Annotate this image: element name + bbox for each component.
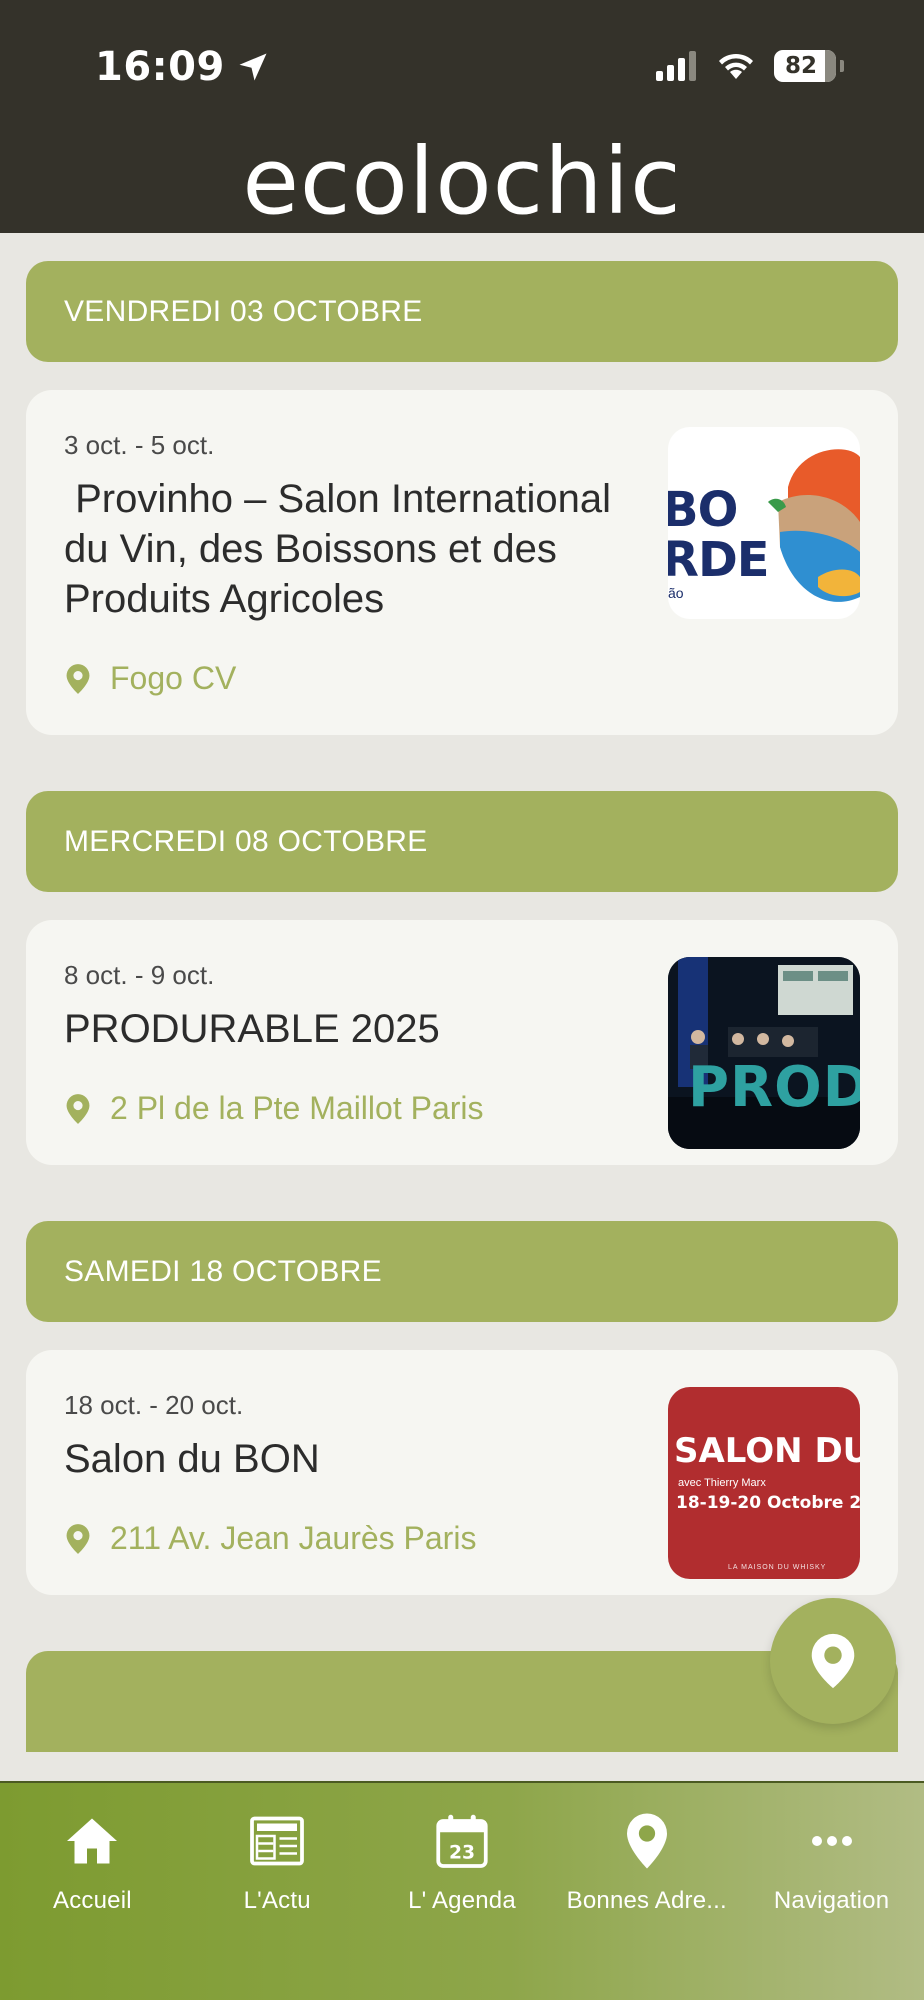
battery-level: 82	[784, 53, 817, 79]
thumb-subtitle: avec Thierry Marx	[678, 1477, 766, 1489]
status-bar-time: 16:09	[95, 44, 271, 90]
thumb-prod-text: PROD	[688, 1055, 860, 1120]
battery-indicator: 82	[774, 50, 836, 82]
bottom-navigation: Accueil L'Actu 23 L' Agenda Bonnes Adre.…	[0, 1781, 924, 2000]
event-thumbnail[interactable]: BO RDE ão	[668, 427, 860, 619]
event-card-salon-du-bon[interactable]: 18 oct. - 20 oct. Salon du BON 211 Av. J…	[26, 1350, 898, 1595]
calendar-icon: 23	[436, 1814, 488, 1868]
day-header-partial	[26, 1651, 898, 1752]
event-title: Salon du BON	[64, 1437, 320, 1481]
nav-item-agenda[interactable]: 23 L' Agenda	[370, 1783, 555, 1923]
thumb-footer: LA MAISON DU WHISKY	[728, 1564, 827, 1571]
event-thumbnail[interactable]: PROD	[668, 957, 860, 1149]
event-location: Fogo CV	[64, 660, 638, 697]
conference-photo	[668, 957, 860, 1149]
event-location-text: Fogo CV	[110, 660, 237, 696]
event-location: 2 Pl de la Pte Maillot Paris	[64, 1090, 638, 1127]
event-location-text: 211 Av. Jean Jaurès Paris	[110, 1520, 477, 1556]
location-arrow-icon	[239, 53, 267, 81]
map-fab-button[interactable]	[770, 1598, 896, 1724]
thumb-logo-text: BO RDE	[668, 482, 770, 588]
nav-item-navigation[interactable]: Navigation	[739, 1783, 924, 1923]
location-pin-icon	[626, 1813, 667, 1869]
app-header: 16:09 82 ecolochic	[0, 0, 924, 233]
location-pin-icon	[811, 1633, 855, 1689]
nav-label: Accueil	[53, 1887, 132, 1914]
status-bar-indicators: 82	[656, 50, 844, 82]
event-location: 211 Av. Jean Jaurès Paris	[64, 1520, 638, 1557]
location-pin-icon	[66, 1523, 90, 1554]
event-card-provinho[interactable]: 3 oct. - 5 oct. Provinho – Salon Interna…	[26, 390, 898, 735]
nav-label: Bonnes Adre...	[566, 1887, 727, 1914]
day-header: VENDREDI 03 OCTOBRE	[26, 261, 898, 362]
location-pin-icon	[66, 1093, 90, 1124]
nav-item-bonnes-adresses[interactable]: Bonnes Adre...	[554, 1783, 739, 1923]
event-dates: 18 oct. - 20 oct.	[64, 1390, 244, 1420]
event-card-produrable[interactable]: 8 oct. - 9 oct. PRODURABLE 2025 2 Pl de …	[26, 920, 898, 1165]
nav-label: L' Agenda	[408, 1887, 516, 1914]
event-dates: 3 oct. - 5 oct.	[64, 430, 215, 460]
battery-tip	[840, 60, 844, 72]
thumb-small-text: ão	[668, 585, 684, 601]
wifi-icon	[719, 53, 753, 79]
calendar-day-number: 23	[449, 1843, 475, 1864]
app-title: ecolochic	[242, 128, 682, 235]
nav-label: Navigation	[773, 1887, 890, 1914]
nav-label: L'Actu	[243, 1887, 311, 1914]
event-dates: 8 oct. - 9 oct.	[64, 960, 215, 990]
more-dots-icon	[811, 1836, 852, 1846]
nav-item-actu[interactable]: L'Actu	[185, 1783, 370, 1923]
newspaper-icon	[250, 1816, 305, 1866]
event-location-text: 2 Pl de la Pte Maillot Paris	[110, 1090, 484, 1126]
home-icon	[67, 1818, 118, 1864]
day-header: SAMEDI 18 OCTOBRE	[26, 1221, 898, 1322]
location-pin-icon	[66, 663, 90, 694]
thumb-dates: 18-19-20 Octobre 2025	[676, 1493, 860, 1513]
thumb-title: SALON DU B	[674, 1431, 860, 1471]
cellular-signal-icon	[656, 51, 696, 81]
event-thumbnail[interactable]: SALON DU B avec Thierry Marx 18-19-20 Oc…	[668, 1387, 860, 1579]
day-header: MERCREDI 08 OCTOBRE	[26, 791, 898, 892]
clock-text: 16:09	[95, 44, 225, 90]
event-title: Provinho – Salon International du Vin, d…	[64, 477, 623, 621]
agenda-feed[interactable]: VENDREDI 03 OCTOBRE 3 oct. - 5 oct. Prov…	[26, 261, 898, 1752]
event-title: PRODURABLE 2025	[64, 1007, 440, 1051]
nav-item-accueil[interactable]: Accueil	[0, 1783, 185, 1923]
